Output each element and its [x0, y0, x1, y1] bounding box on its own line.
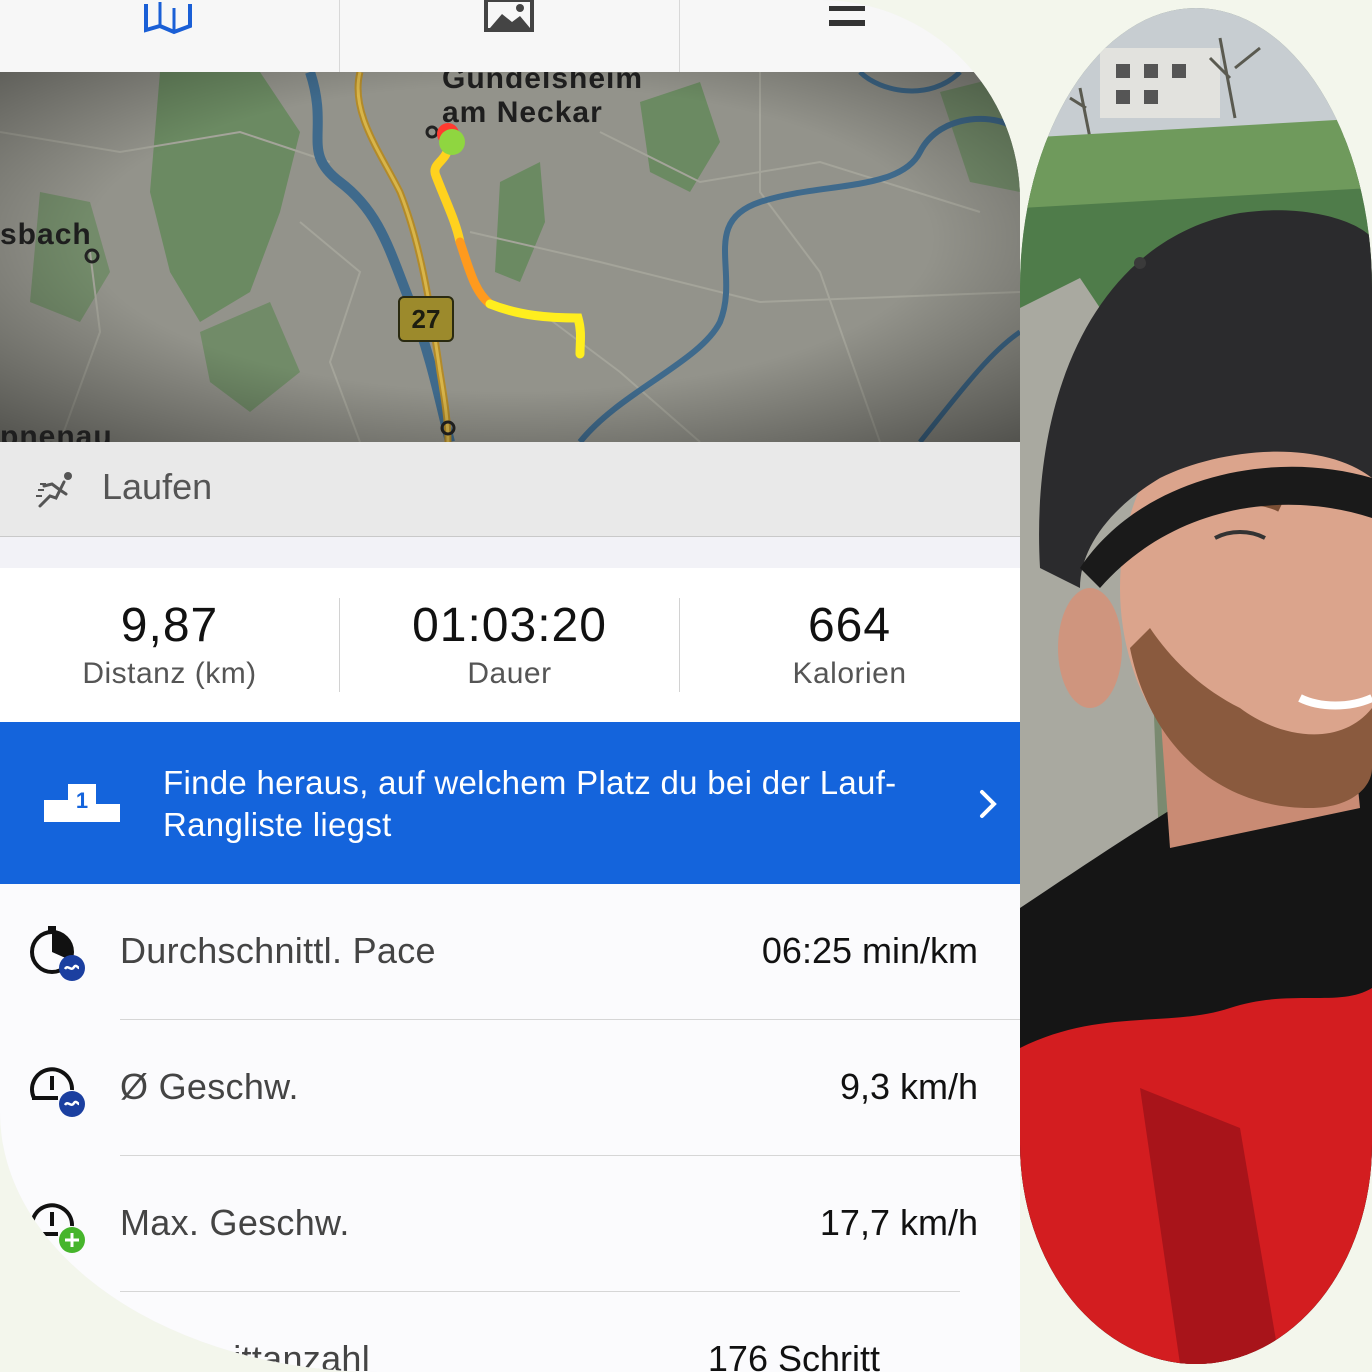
steps-icon [123, 1338, 139, 1350]
podium-number: 1 [76, 788, 88, 813]
map-label-town-sub: am Neckar [442, 96, 603, 129]
stat-distance: 9,87 Distanz (km) [0, 568, 339, 722]
map-label-place: pnenau [0, 420, 113, 442]
tab-map[interactable] [0, 0, 339, 72]
map-icon [143, 2, 192, 35]
metric-row-steps[interactable]: Schrittanzahl 176 Schritt [0, 1292, 1020, 1372]
stat-value: 9,87 [120, 599, 219, 652]
activity-summary-card: Gundelsheim am Neckar sbach pnenau 27 La… [0, 0, 1020, 1372]
stat-duration: 01:03:20 Dauer [340, 568, 679, 722]
tab-menu[interactable] [680, 0, 1019, 72]
metric-value: 06:25 min/km [761, 930, 978, 971]
stat-label: Distanz (km) [82, 657, 257, 690]
activity-type-bar: Laufen [0, 442, 1020, 537]
top-tab-bar [0, 0, 1020, 73]
metric-value: 17,7 km/h [819, 1202, 978, 1243]
stat-label: Dauer [467, 657, 552, 690]
runner-selfie-photo [1020, 8, 1372, 1364]
map-label-town: Gundelsheim [442, 72, 644, 95]
image-icon [483, 0, 534, 32]
running-person-icon [36, 472, 72, 508]
speedometer-max-icon [30, 1203, 85, 1253]
stopwatch-avg-icon [30, 926, 85, 981]
activity-type-label: Laufen [102, 466, 213, 507]
metric-label: Max. Geschw. [120, 1202, 350, 1243]
metric-row-max-speed[interactable]: Max. Geschw. 17,7 km/h [0, 1156, 1020, 1292]
leaderboard-banner[interactable]: Finde heraus, auf welchem Platz du bei d… [0, 722, 1020, 884]
metric-row-pace[interactable]: Durchschnittl. Pace 06:25 min/km [0, 884, 1020, 1020]
summary-stats: 9,87 Distanz (km) 01:03:20 Dauer 664 Kal… [0, 568, 1020, 722]
metric-label: Durchschnittl. Pace [120, 930, 436, 971]
metric-value: 176 Schritt [707, 1338, 880, 1372]
metric-label: Schrittanzahl [158, 1338, 371, 1372]
stat-calories: 664 Kalorien [680, 568, 1019, 722]
banner-text: Finde heraus, auf welchem Platz du bei d… [163, 764, 897, 843]
metric-value: 9,3 km/h [839, 1066, 978, 1107]
stat-label: Kalorien [792, 657, 907, 690]
speedometer-avg-icon [30, 1067, 85, 1117]
podium-icon: 1 [44, 784, 120, 822]
tab-photos[interactable] [340, 0, 679, 72]
metric-row-avg-speed[interactable]: Ø Geschw. 9,3 km/h [0, 1020, 1020, 1156]
metric-label: Ø Geschw. [120, 1066, 299, 1107]
selfie-illustration [1020, 8, 1372, 1364]
map-label-place: sbach [0, 218, 92, 251]
road-number-badge: 27 [398, 296, 454, 342]
metrics-list: Durchschnittl. Pace 06:25 min/km Ø Gesch… [0, 884, 1020, 1372]
menu-icon [828, 6, 865, 26]
stat-value: 664 [807, 599, 892, 652]
chevron-right-icon [980, 790, 997, 818]
route-map[interactable]: Gundelsheim am Neckar sbach pnenau 27 [0, 72, 1020, 442]
stat-value: 01:03:20 [412, 599, 607, 652]
